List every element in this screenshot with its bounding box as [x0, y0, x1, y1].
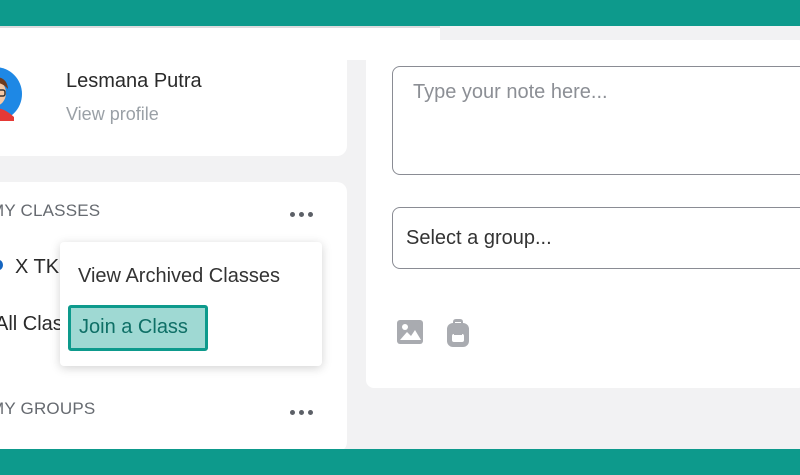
bottom-bar	[0, 449, 800, 475]
view-archived-classes-item[interactable]: View Archived Classes	[78, 265, 280, 288]
profile-card: Lesmana Putra View profile	[0, 40, 347, 156]
group-select[interactable]: Select a group...	[392, 207, 800, 269]
backpack-icon[interactable]	[446, 319, 472, 347]
my-classes-title: MY CLASSES	[0, 201, 101, 220]
note-composer-card: Select a group...	[366, 40, 800, 388]
classes-more-button[interactable]	[290, 208, 320, 222]
view-profile-link[interactable]: View profile	[66, 104, 159, 125]
join-a-class-item[interactable]: Join a Class	[68, 305, 208, 351]
profile-name: Lesmana Putra	[66, 70, 202, 92]
note-input[interactable]	[392, 66, 800, 175]
my-groups-title: MY GROUPS	[0, 399, 96, 418]
class-item[interactable]: X TK	[15, 256, 59, 279]
divider	[0, 26, 440, 28]
classes-dropdown-menu: View Archived Classes Join a Class	[60, 242, 322, 366]
class-color-dot	[0, 260, 3, 270]
image-icon[interactable]	[397, 319, 423, 347]
all-classes-link[interactable]: All Clas	[0, 313, 63, 336]
top-header-bar	[0, 0, 800, 26]
avatar[interactable]	[0, 67, 28, 121]
groups-more-button[interactable]	[290, 406, 320, 420]
